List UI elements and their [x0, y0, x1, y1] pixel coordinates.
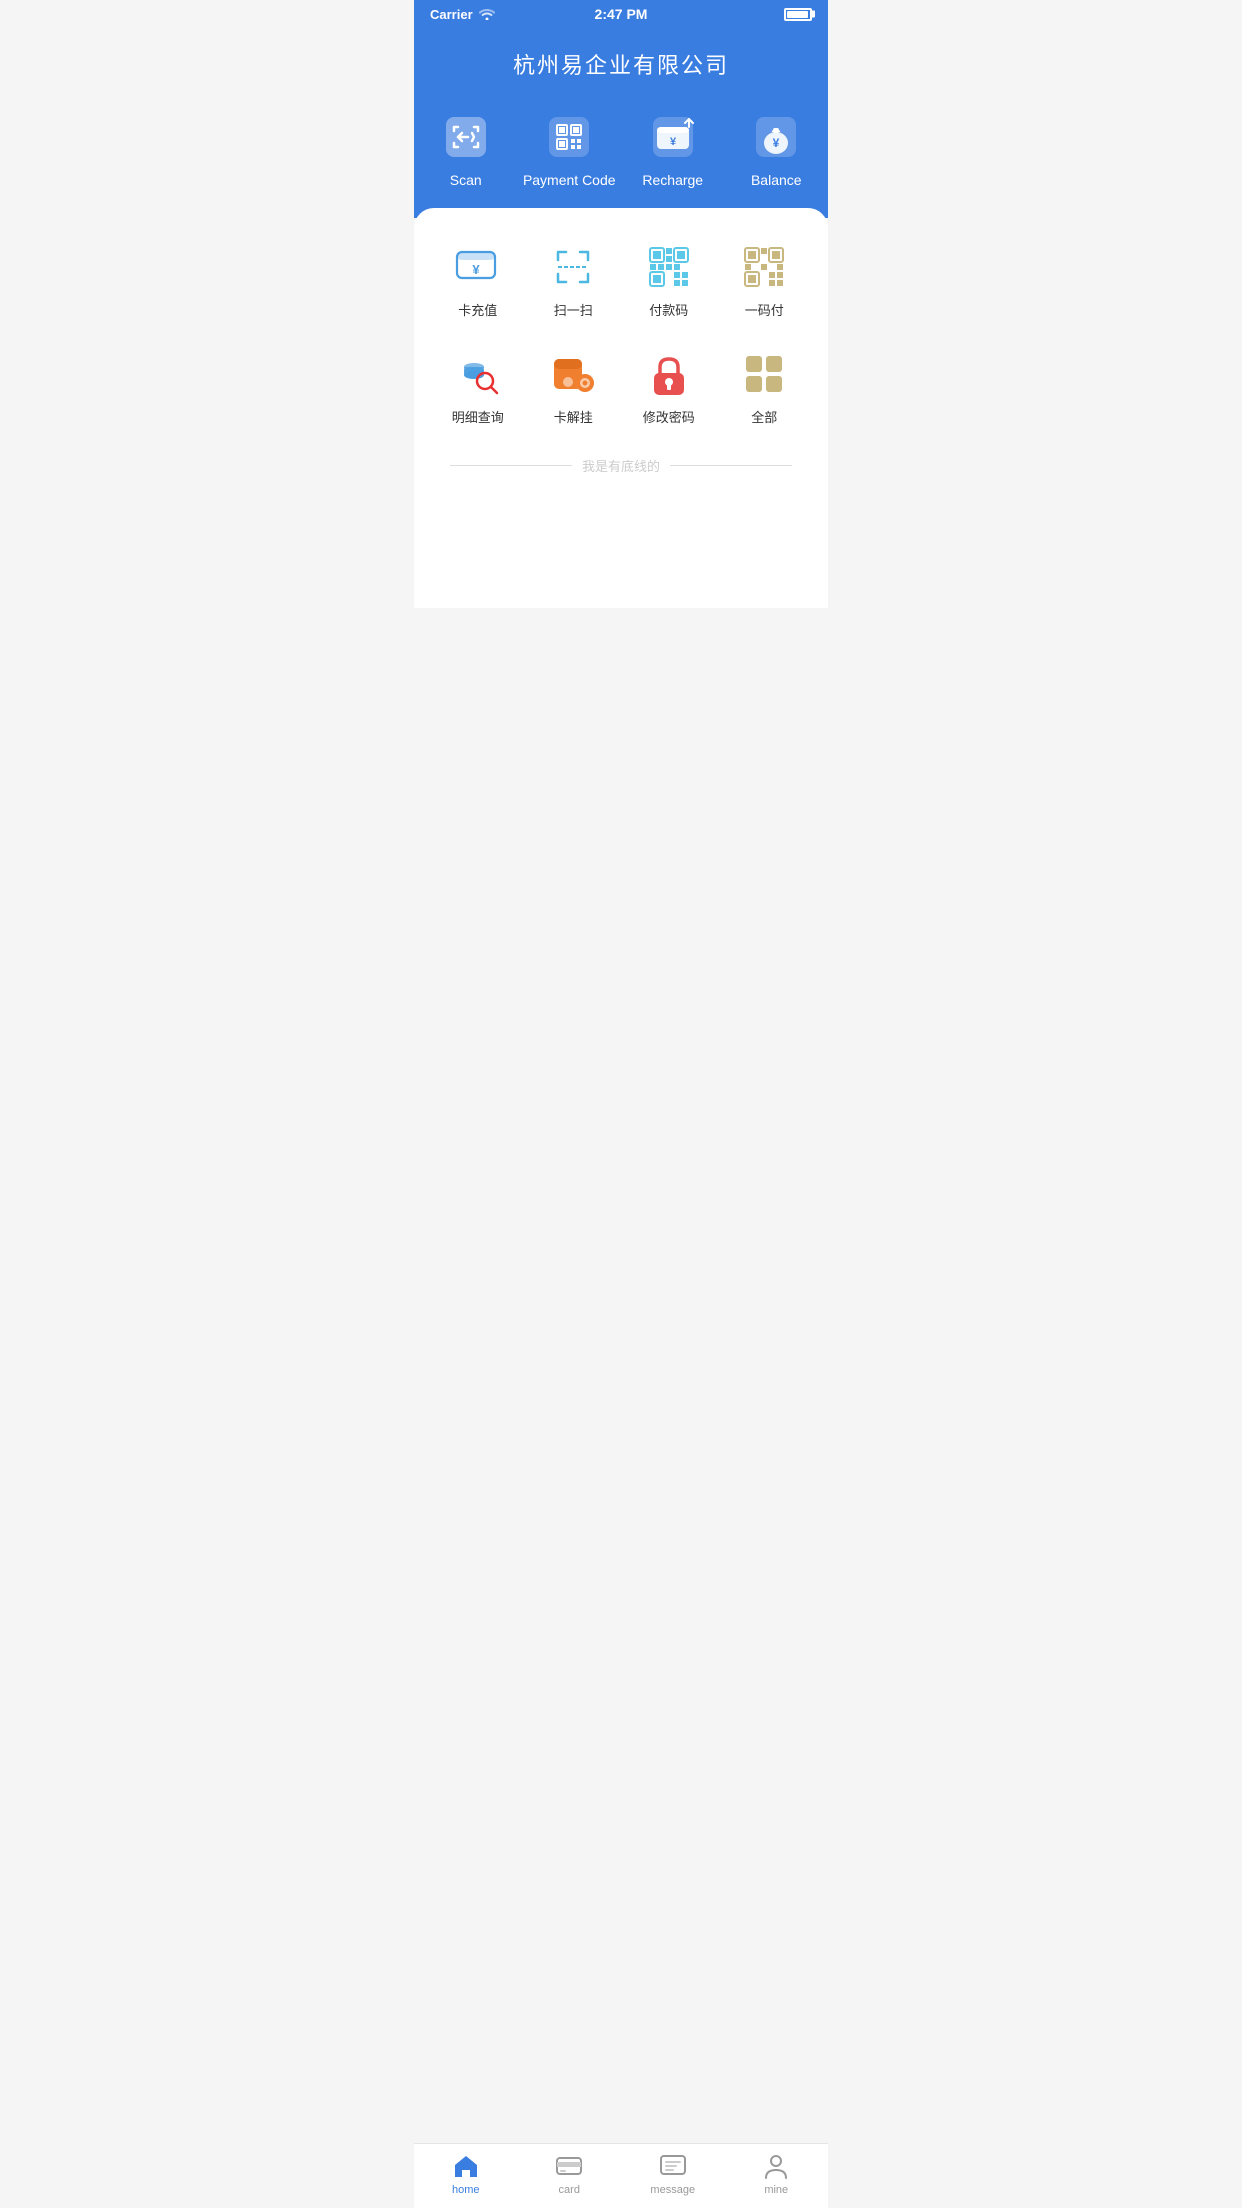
change-password-item[interactable]: 修改密码	[621, 339, 717, 436]
change-password-icon	[644, 349, 694, 399]
tab-mine-label: mine	[764, 2184, 788, 2196]
page-title: 杭州易企业有限公司	[414, 38, 828, 100]
tab-message[interactable]: message	[621, 2152, 725, 2196]
home-icon	[452, 2152, 480, 2180]
scan-button[interactable]: Scan	[414, 110, 518, 188]
one-pay-label: 一码付	[745, 300, 784, 319]
message-icon	[659, 2152, 687, 2180]
one-pay-item[interactable]: 一码付	[717, 232, 813, 329]
svg-text:¥: ¥	[773, 136, 780, 150]
payment-code-button[interactable]: Payment Code	[518, 110, 622, 188]
tab-card[interactable]: card	[518, 2152, 622, 2196]
all-item[interactable]: 全部	[717, 339, 813, 436]
status-bar: Carrier 2:47 PM	[414, 0, 828, 28]
header: 杭州易企业有限公司 Scan	[414, 28, 828, 218]
divider-line-left	[450, 465, 572, 466]
recharge-icon: ¥	[646, 110, 700, 164]
divider-text: 我是有底线的	[582, 456, 660, 475]
scan-scan-label: 扫一扫	[554, 300, 593, 319]
change-password-label: 修改密码	[643, 407, 695, 426]
carrier-text: Carrier	[430, 7, 473, 22]
wifi-icon	[479, 8, 495, 20]
all-icon	[739, 349, 789, 399]
detail-query-item[interactable]: 明细查询	[430, 339, 526, 436]
balance-button[interactable]: ¥ Balance	[725, 110, 829, 188]
scan-icon	[439, 110, 493, 164]
main-content: ¥ 卡充值 扫一扫	[414, 208, 828, 608]
tab-bar: home card message	[414, 2143, 828, 2208]
card-icon	[555, 2152, 583, 2180]
payment-code-icon	[542, 110, 596, 164]
tab-card-label: card	[559, 2184, 580, 2196]
balance-label: Balance	[751, 172, 802, 188]
balance-icon: ¥	[749, 110, 803, 164]
tab-home[interactable]: home	[414, 2152, 518, 2196]
tab-home-label: home	[452, 2184, 480, 2196]
card-unblock-label: 卡解挂	[554, 407, 593, 426]
payment-qr-icon	[644, 242, 694, 292]
scan-scan-item[interactable]: 扫一扫	[526, 232, 622, 329]
card-recharge-label: 卡充值	[458, 300, 497, 319]
recharge-label: Recharge	[642, 172, 703, 188]
feature-grid: ¥ 卡充值 扫一扫	[430, 232, 812, 436]
payment-code-label: Payment Code	[523, 172, 616, 188]
card-unblock-icon	[548, 349, 598, 399]
card-recharge-item[interactable]: ¥ 卡充值	[430, 232, 526, 329]
recharge-button[interactable]: ¥ Recharge	[621, 110, 725, 188]
payment-qr-item[interactable]: 付款码	[621, 232, 717, 329]
svg-text:¥: ¥	[670, 136, 677, 148]
status-time: 2:47 PM	[595, 6, 648, 22]
status-left: Carrier	[430, 7, 495, 22]
all-label: 全部	[751, 407, 777, 426]
card-unblock-item[interactable]: 卡解挂	[526, 339, 622, 436]
payment-qr-label: 付款码	[649, 300, 688, 319]
divider: 我是有底线的	[450, 456, 792, 475]
one-pay-icon	[739, 242, 789, 292]
scan-label: Scan	[450, 172, 482, 188]
divider-line-right	[670, 465, 792, 466]
top-actions: Scan Payment C	[414, 100, 828, 218]
scan-scan-icon	[548, 242, 598, 292]
card-recharge-icon: ¥	[453, 242, 503, 292]
mine-icon	[762, 2152, 790, 2180]
svg-text:¥: ¥	[472, 262, 480, 277]
tab-message-label: message	[650, 2184, 695, 2196]
tab-mine[interactable]: mine	[725, 2152, 829, 2196]
detail-query-icon	[453, 349, 503, 399]
detail-query-label: 明细查询	[452, 407, 504, 426]
status-right	[784, 8, 812, 21]
battery-icon	[784, 8, 812, 21]
